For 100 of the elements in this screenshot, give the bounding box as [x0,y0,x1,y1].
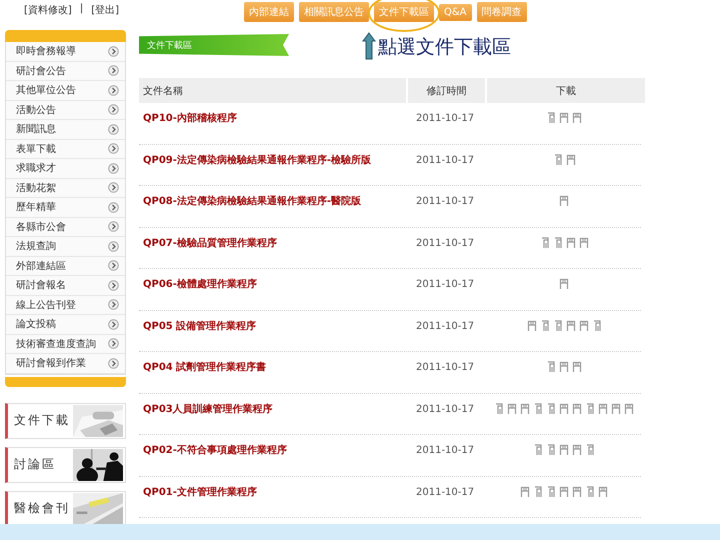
chevron-icon [108,240,119,252]
document-link[interactable]: QP09-法定傳染病檢驗結果通報作業程序-檢驗所版 [139,154,408,168]
date-cell-text: 2011-10-17 [415,278,476,292]
file-icon[interactable] [520,486,530,498]
date-cell-text: 2011-10-17 [415,154,476,168]
file-icon[interactable] [546,444,556,456]
file-icon[interactable] [585,486,595,498]
sidebar-item[interactable]: 線上公告刊登 [6,296,125,315]
file-icon[interactable] [540,320,550,332]
sidebar-item[interactable]: 活動花絮 [6,178,125,198]
top-link[interactable]: [登出] [91,3,119,17]
file-icon[interactable] [546,486,556,498]
chevron-icon [108,358,119,369]
section-banner: 文件下載區 [139,34,289,56]
chevron-icon [108,162,119,174]
document-link[interactable]: QP06-檢體處理作業程序 [139,278,408,292]
separator: | [80,3,84,16]
file-icon[interactable] [566,236,576,248]
file-icon[interactable] [546,402,556,414]
file-icon[interactable] [572,361,582,373]
file-icon[interactable] [559,195,569,207]
file-icon[interactable] [552,154,562,166]
sidebar-item[interactable]: 求職求才 [6,159,125,178]
sidebar-item[interactable]: 技術審查進度查詢 [6,334,125,354]
promo-card[interactable]: 文件下載 [5,402,126,438]
document-link[interactable]: QP10-內部稽核程序 [139,112,408,126]
file-icon[interactable] [585,402,595,414]
chevron-icon [108,65,119,76]
file-icon[interactable] [566,154,576,166]
file-icon[interactable] [585,444,595,456]
chevron-icon [108,104,119,116]
file-icon[interactable] [566,320,576,332]
file-icon[interactable] [546,112,556,124]
file-icon[interactable] [598,402,608,414]
sidebar-item[interactable]: 法規查詢 [6,237,125,256]
file-icon[interactable] [552,320,562,332]
file-icon[interactable] [533,486,543,498]
file-icon[interactable] [559,486,569,498]
sidebar-item[interactable]: 論文投稿 [6,315,125,334]
document-link[interactable]: QP01-文件管理作業程序 [139,486,408,500]
top-link[interactable]: [資料修改] [24,3,72,17]
promo-card[interactable]: 醫檢會刊 [5,490,126,526]
file-icon[interactable] [540,236,550,248]
document-link[interactable]: QP05 設備管理作業程序 [139,320,408,334]
document-link[interactable]: QP08-法定傳染病檢驗結果通報作業程序-醫院版 [139,195,408,209]
document-link[interactable]: QP03人員訓練管理作業程序 [139,402,408,416]
document-link[interactable]: QP07-檢驗品質管理作業程序 [139,236,408,250]
document-link[interactable]: QP04 試劑管理作業程序書 [139,361,408,375]
file-icon[interactable] [624,402,634,414]
chevron-icon [108,182,119,194]
chevron-icon [108,299,119,310]
file-icon[interactable] [559,278,569,290]
file-icon[interactable] [494,402,504,414]
sidebar-item[interactable]: 活動公告 [6,100,125,120]
file-icon[interactable] [572,444,582,456]
file-icon[interactable] [546,361,556,373]
promo-card[interactable]: 討論區 [5,446,126,482]
sidebar-item[interactable]: 外部連結區 [6,256,125,276]
file-icon[interactable] [552,236,562,248]
sidebar-item[interactable]: 新聞訊息 [6,120,125,140]
sidebar-item[interactable]: 各縣市公會 [6,218,125,237]
sidebar-item[interactable]: 即時會務報導 [6,42,125,62]
date-cell-text: 2011-10-17 [415,236,476,250]
annotation-text: 點選文件下載區 [378,35,511,60]
file-icon[interactable] [559,361,569,373]
document-link[interactable]: QP02-不符合事項處理作業程序 [139,444,408,458]
file-icon[interactable] [572,402,582,414]
column-header: 文件名稱 [139,78,406,103]
file-icon[interactable] [559,402,569,414]
chevron-icon [108,338,119,350]
file-icon[interactable] [520,402,530,414]
chevron-icon [108,124,119,135]
file-icon[interactable] [572,486,582,498]
date-cell-text: 2011-10-17 [415,444,476,458]
sidebar-item[interactable]: 其他單位公告 [6,81,125,100]
file-icon[interactable] [592,320,602,332]
chevron-icon [108,202,119,213]
chevron-icon [108,46,119,57]
card-label: 文件下載 [14,412,70,429]
file-icon[interactable] [572,112,582,124]
file-icon[interactable] [578,320,588,332]
column-header: 下載 [487,78,645,103]
sidebar-item[interactable]: 研討會報名 [6,276,125,296]
file-icon[interactable] [611,402,621,414]
sidebar-item[interactable]: 歷年精華 [6,198,125,218]
file-icon[interactable] [507,402,517,414]
sidebar-item[interactable]: 研討會報到作業 [6,354,125,374]
file-icon[interactable] [533,444,543,456]
file-icon[interactable] [559,444,569,456]
sidebar-item[interactable]: 表單下載 [6,140,125,159]
file-icon[interactable] [526,320,536,332]
date-cell-text: 2011-10-17 [415,112,476,126]
sidebar-item[interactable]: 研討會公告 [6,62,125,81]
chevron-icon [108,318,119,330]
file-icon[interactable] [559,112,569,124]
column-header: 修訂時間 [408,78,485,103]
file-icon[interactable] [598,486,608,498]
date-cell-text: 2011-10-17 [415,320,476,334]
file-icon[interactable] [533,402,543,414]
file-icon[interactable] [578,236,588,248]
